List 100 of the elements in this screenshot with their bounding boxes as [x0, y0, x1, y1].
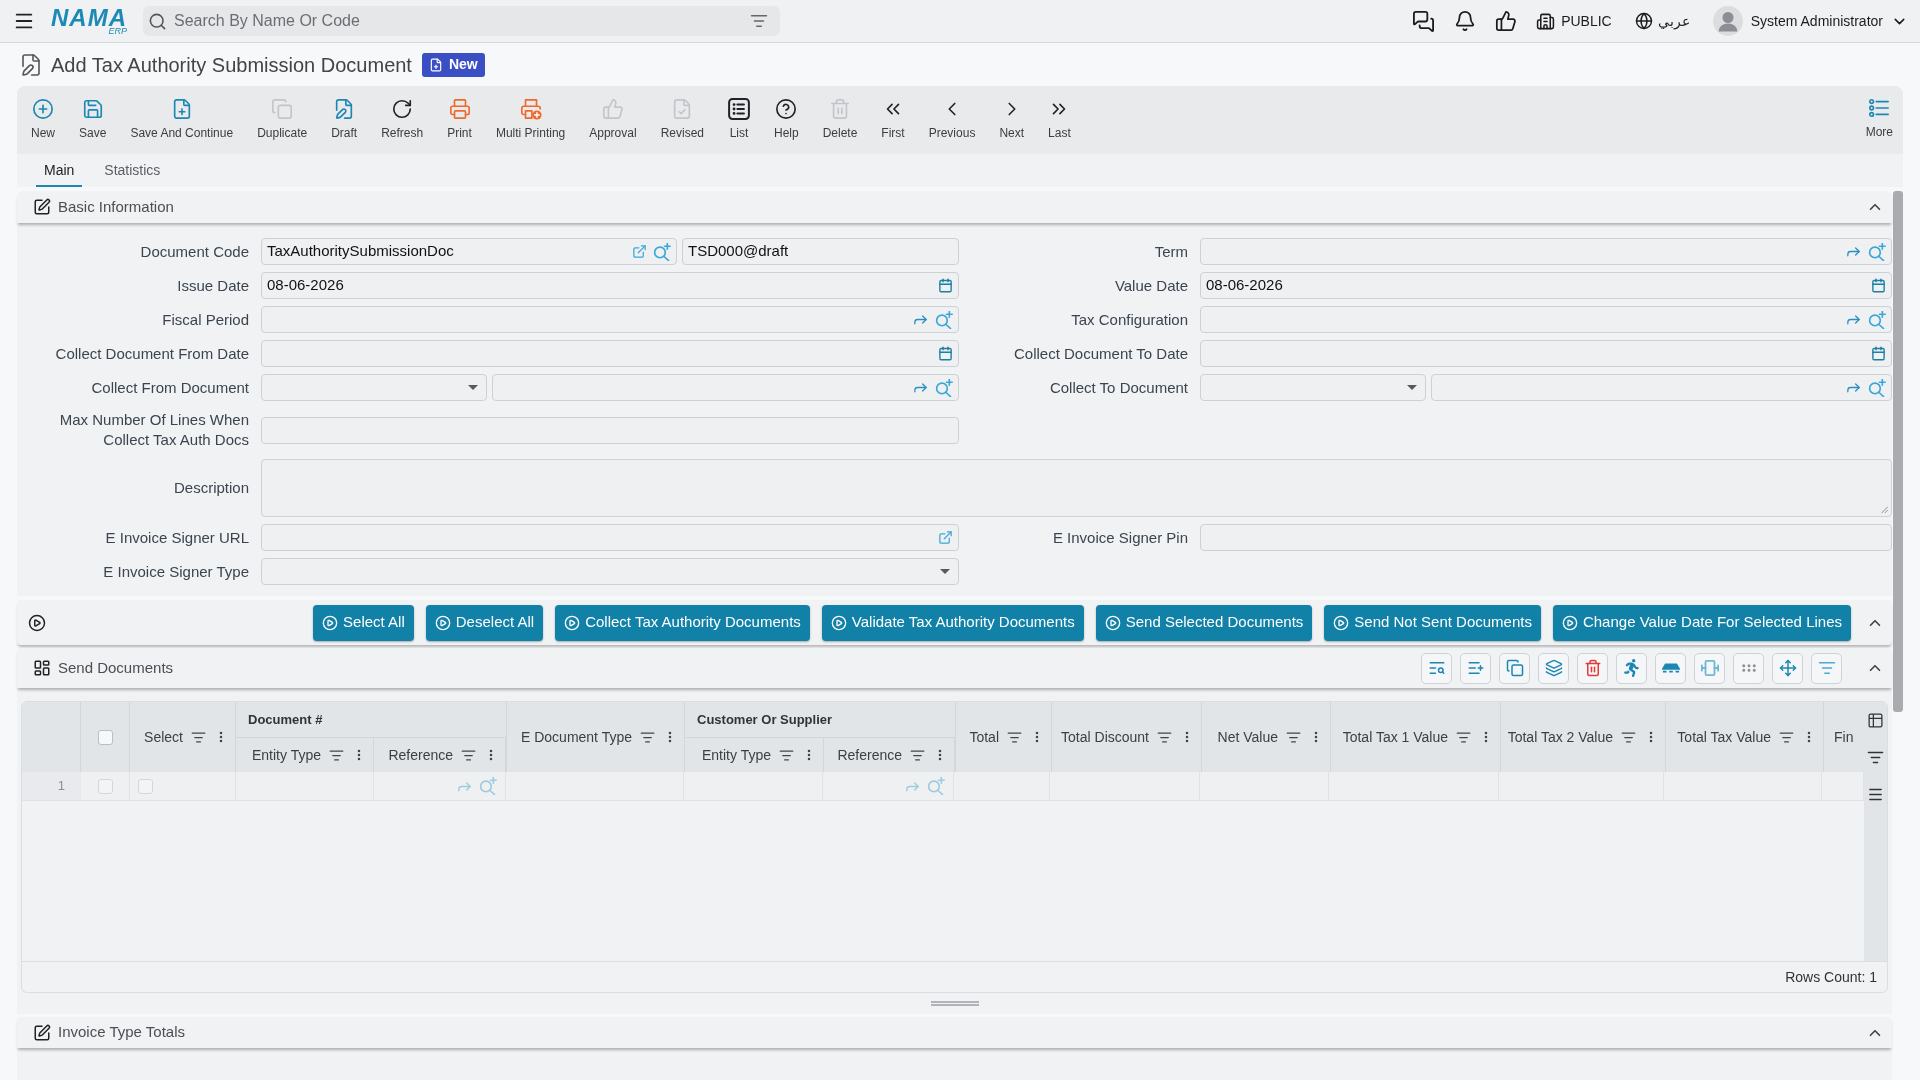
checkbox[interactable]	[97, 778, 113, 794]
draft-button[interactable]: Draft	[319, 86, 370, 140]
tab[interactable]: Statistics	[96, 154, 169, 187]
grid-tool-button[interactable]	[1733, 652, 1764, 684]
action-button[interactable]: Send Selected Documents	[1095, 604, 1313, 641]
calendar-icon[interactable]	[938, 346, 953, 361]
search-field[interactable]: Search By Name Or Code	[143, 6, 780, 36]
filter-icon[interactable]	[779, 747, 794, 763]
list-button[interactable]: List	[716, 86, 762, 140]
filter-icon[interactable]	[1456, 729, 1471, 745]
action-button[interactable]: Validate Tax Authority Documents	[821, 604, 1084, 641]
search-plus-icon[interactable]	[653, 242, 671, 261]
filter-icon[interactable]	[1621, 729, 1636, 745]
grid-tool-button[interactable]	[1811, 652, 1842, 684]
column-header[interactable]: Select	[144, 726, 183, 748]
external-link-icon[interactable]	[632, 244, 647, 259]
menu-icon[interactable]	[1867, 786, 1884, 803]
action-button[interactable]: Send Not Sent Documents	[1324, 604, 1541, 641]
grid-tool-button[interactable]	[1772, 652, 1803, 684]
search-plus-icon[interactable]	[1868, 310, 1886, 329]
print-button[interactable]: Print	[435, 86, 484, 140]
last-button[interactable]: Last	[1036, 86, 1083, 140]
tab[interactable]: Main	[36, 154, 83, 187]
grid-tool-button[interactable]	[1577, 652, 1608, 684]
action-button[interactable]: Deselect All	[425, 604, 544, 641]
checkbox[interactable]	[97, 729, 113, 745]
thumbs-up-icon[interactable]	[1495, 10, 1518, 32]
column-header[interactable]: Entity Type	[252, 744, 321, 766]
column-header[interactable]: Total Tax 2 Value	[1507, 726, 1613, 748]
column-header[interactable]: Total	[969, 726, 999, 748]
grid-tool-button[interactable]	[1538, 652, 1569, 684]
filter-icon[interactable]	[1867, 749, 1884, 766]
lookup-field[interactable]	[492, 374, 959, 401]
filter-icon[interactable]	[1157, 729, 1172, 745]
resize-grip-icon[interactable]	[1880, 505, 1888, 513]
multi-print-button[interactable]: Multi Printing	[483, 86, 578, 140]
filter-icon[interactable]	[461, 747, 476, 763]
grid-tool-button[interactable]	[1421, 652, 1452, 684]
column-header[interactable]: E Document Type	[520, 726, 632, 748]
save-continue-button[interactable]: Save And Continue	[118, 86, 246, 140]
calendar-icon[interactable]	[1871, 278, 1886, 293]
input-field[interactable]: TSD000@draft	[682, 238, 959, 265]
grid-tool-button[interactable]	[1655, 652, 1686, 684]
new-button[interactable]: New	[19, 86, 67, 140]
column-header[interactable]: Entity Type	[702, 744, 771, 766]
select-field[interactable]	[1200, 374, 1426, 401]
table-icon[interactable]	[1867, 712, 1884, 729]
date-field[interactable]	[261, 340, 959, 367]
bell-icon[interactable]	[1454, 10, 1477, 32]
next-button[interactable]: Next	[987, 86, 1037, 140]
column-header[interactable]: Net Value	[1217, 726, 1278, 748]
search-plus-icon[interactable]	[1868, 242, 1886, 261]
column-header[interactable]: Reference	[388, 744, 453, 766]
filter-icon[interactable]	[1007, 729, 1022, 745]
link-field[interactable]	[261, 524, 959, 551]
column-header[interactable]: Total Tax 1 Value	[1342, 726, 1448, 748]
select-field[interactable]	[261, 558, 959, 585]
action-button[interactable]: Select All	[313, 604, 414, 641]
external-link-icon[interactable]	[938, 530, 953, 545]
chat-icon[interactable]	[1412, 9, 1436, 33]
resize-handle-icon[interactable]	[930, 1001, 979, 1006]
filter-icon[interactable]	[640, 729, 655, 745]
column-header[interactable]: Total Tax Value	[1677, 726, 1771, 748]
save-button[interactable]: Save	[67, 86, 119, 140]
grid-tool-button[interactable]	[1616, 652, 1647, 684]
more-button[interactable]: More	[1865, 86, 1893, 139]
scrollbar-thumb[interactable]	[1893, 191, 1903, 712]
select-field[interactable]	[261, 374, 487, 401]
calendar-icon[interactable]	[938, 278, 953, 293]
input-field[interactable]	[261, 416, 959, 444]
column-header[interactable]: Total Discount	[1061, 726, 1149, 748]
grid-tool-button[interactable]	[1460, 652, 1491, 684]
lookup-field[interactable]	[261, 306, 959, 333]
action-button[interactable]: Collect Tax Authority Documents	[555, 604, 810, 641]
grid-tool-button[interactable]	[1499, 652, 1530, 684]
date-field[interactable]: 08-06-2026	[261, 272, 959, 299]
company-button[interactable]: PUBLIC	[1536, 10, 1612, 32]
filter-icon[interactable]	[191, 729, 206, 745]
calendar-icon[interactable]	[1871, 346, 1886, 361]
lookup-field[interactable]: TaxAuthoritySubmissionDoc	[261, 238, 677, 265]
filter-icon[interactable]	[750, 12, 768, 30]
column-header[interactable]: Fin	[1834, 726, 1854, 748]
language-button[interactable]: عربي	[1634, 10, 1690, 32]
column-header[interactable]: Reference	[837, 744, 902, 766]
grid-tool-button[interactable]	[1694, 652, 1725, 684]
search-plus-icon[interactable]	[935, 378, 953, 397]
previous-button[interactable]: Previous	[916, 86, 988, 140]
search-plus-icon[interactable]	[1868, 378, 1886, 397]
date-field[interactable]	[1200, 340, 1892, 367]
date-field[interactable]: 08-06-2026	[1200, 272, 1892, 299]
filter-icon[interactable]	[1286, 729, 1301, 745]
action-button[interactable]: Change Value Date For Selected Lines	[1552, 604, 1851, 641]
refresh-button[interactable]: Refresh	[369, 86, 436, 140]
filter-icon[interactable]	[329, 747, 344, 763]
help-button[interactable]: Help	[762, 86, 811, 140]
user-menu-button[interactable]: System Administrator	[1712, 6, 1908, 36]
lookup-field[interactable]	[1431, 374, 1892, 401]
search-plus-icon[interactable]	[935, 310, 953, 329]
first-button[interactable]: First	[869, 86, 917, 140]
input-field[interactable]	[1200, 524, 1892, 551]
